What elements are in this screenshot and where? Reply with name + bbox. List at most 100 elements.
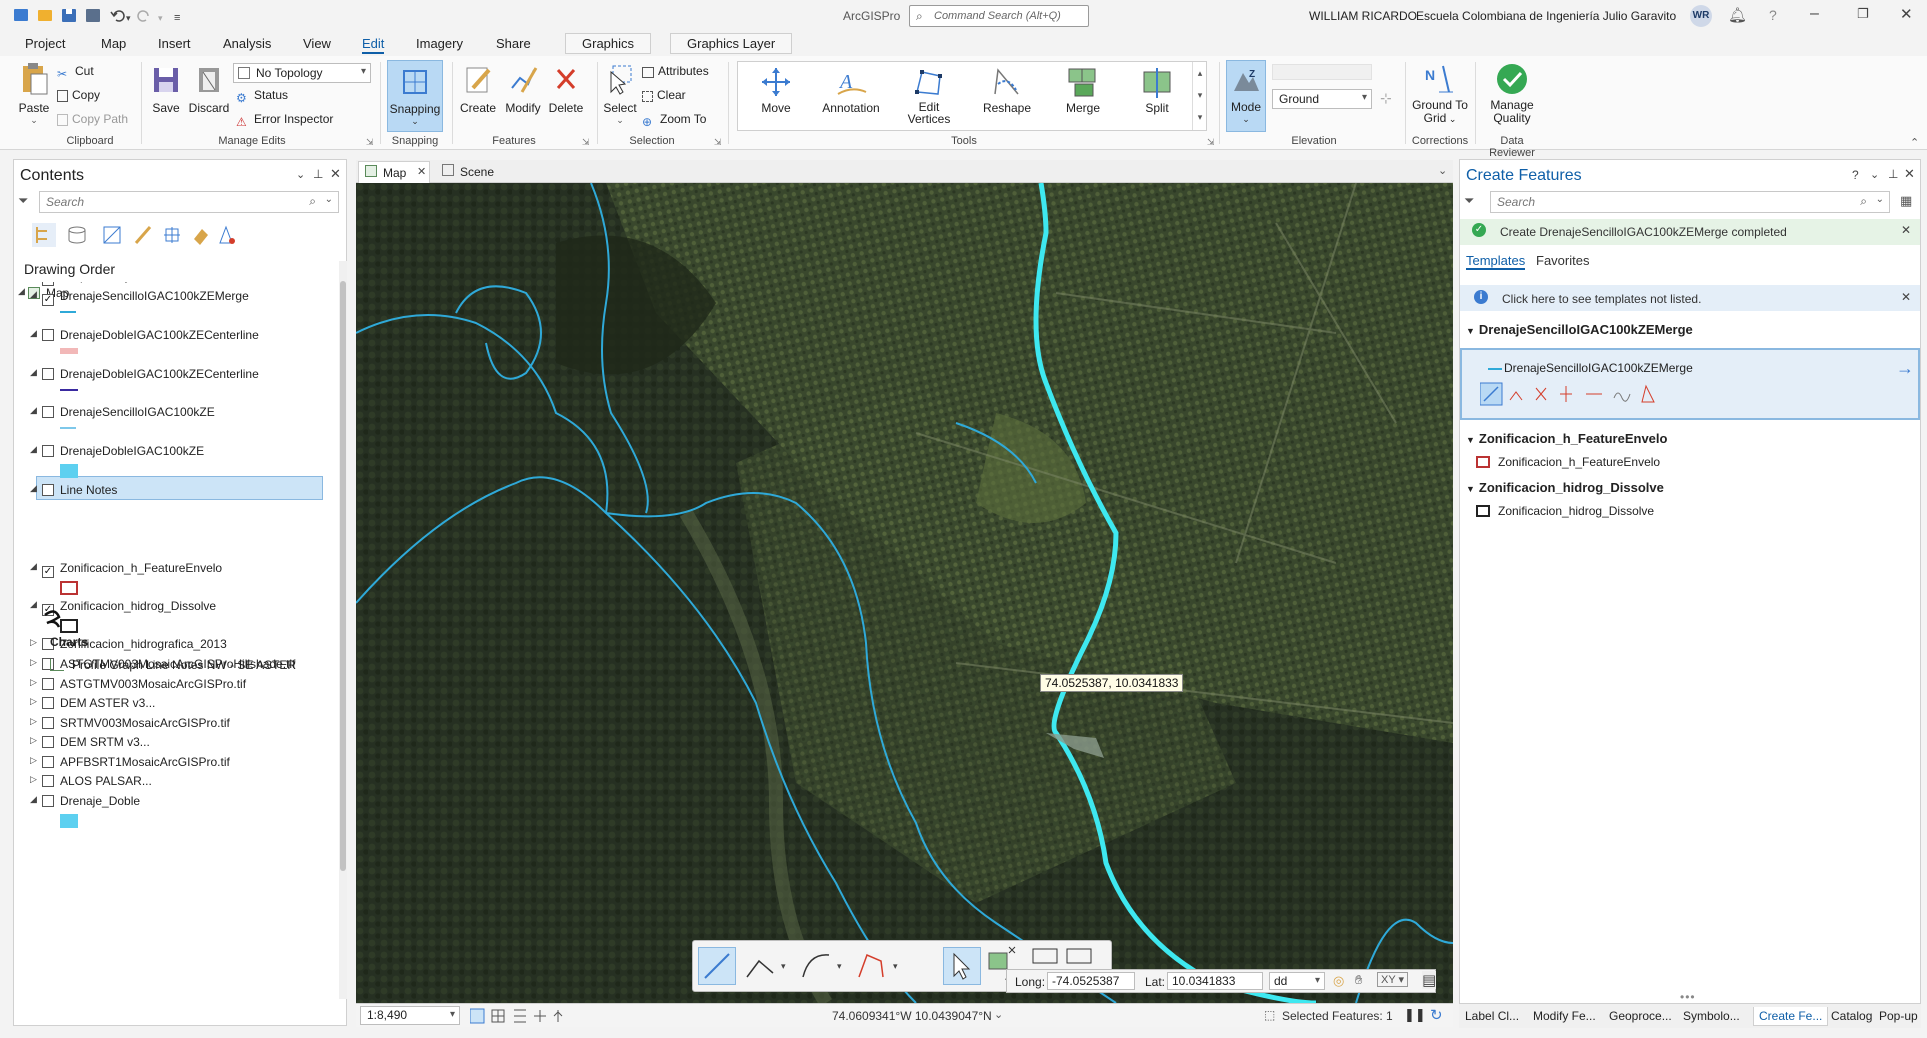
elevation-value-input[interactable] bbox=[1272, 64, 1372, 80]
lat-input[interactable]: 10.0341833 bbox=[1167, 972, 1263, 990]
expand-icon[interactable]: ▷ bbox=[30, 735, 37, 746]
split-button[interactable]: Split bbox=[1126, 66, 1188, 115]
tab-list-icon[interactable]: ⌄ bbox=[1438, 164, 1447, 177]
map-canvas[interactable] bbox=[356, 183, 1453, 1003]
layer-row[interactable]: ◢ DrenajeDobleIGAC100kZECenterline bbox=[30, 367, 259, 391]
layer-checkbox[interactable] bbox=[42, 484, 54, 496]
layer-checkbox[interactable] bbox=[42, 406, 54, 418]
edit-vertices-button[interactable]: Edit Vertices bbox=[896, 66, 962, 125]
layer-row[interactable]: ◢ Line Notes bbox=[30, 483, 117, 501]
layer-checkbox[interactable] bbox=[42, 795, 54, 807]
copy-button[interactable]: Copy bbox=[57, 88, 100, 102]
long-input[interactable]: -74.0525387 bbox=[1047, 972, 1135, 990]
expand-icon[interactable]: ◢ bbox=[30, 444, 37, 455]
layer-row[interactable]: ✓ Graphics Layer bbox=[42, 282, 141, 287]
tab-templates[interactable]: Templates bbox=[1466, 253, 1526, 270]
expand-icon[interactable]: ▷ bbox=[30, 677, 37, 688]
layer-checkbox[interactable] bbox=[42, 678, 54, 690]
expand-icon[interactable]: ◢ bbox=[30, 599, 37, 610]
layer-row[interactable]: ◢ ✓ Zonificacion_h_FeatureEnvelo bbox=[30, 561, 222, 595]
close-pane-icon[interactable]: ✕ bbox=[330, 166, 341, 182]
scrollbar-thumb[interactable] bbox=[340, 281, 346, 871]
coordinate-format-chevron-icon[interactable]: ⌄ bbox=[994, 1008, 1003, 1021]
layer-row[interactable]: ◢ DrenajeSencilloIGAC100kZE bbox=[30, 405, 215, 429]
map-view[interactable]: 74.0525387, 10.0341833 ▾ ▾ ▾ ⌄ Long: -74… bbox=[356, 183, 1453, 1003]
layer-row[interactable]: ▷ DEM ASTER v3... bbox=[30, 696, 155, 714]
expand-icon[interactable]: ▷ bbox=[30, 657, 37, 668]
cut-button[interactable]: ✂ Cut bbox=[57, 64, 94, 81]
layer-checkbox[interactable] bbox=[42, 368, 54, 380]
pin-icon[interactable]: ⊥ bbox=[313, 167, 323, 181]
map-overflow-icon[interactable]: ▤ bbox=[1422, 971, 1437, 989]
pane-menu-icon[interactable]: ⌄ bbox=[296, 168, 305, 181]
layer-checkbox[interactable]: ✓ bbox=[42, 294, 54, 306]
expand-icon[interactable]: ▷ bbox=[30, 755, 37, 766]
tab-popup[interactable]: Pop-up bbox=[1879, 1009, 1918, 1023]
pane-menu-icon[interactable]: ⌄ bbox=[1870, 168, 1879, 181]
status-button[interactable]: ⚙ Status bbox=[236, 88, 288, 105]
layer-checkbox[interactable] bbox=[42, 736, 54, 748]
layer-row[interactable]: ▷ DEM SRTM v3... bbox=[30, 735, 150, 753]
expand-icon[interactable]: ▷ bbox=[30, 696, 37, 707]
format-dropdown[interactable]: dd bbox=[1269, 972, 1325, 990]
attributes-button[interactable]: Attributes bbox=[642, 64, 709, 78]
layer-checkbox[interactable]: ✓ bbox=[42, 282, 54, 286]
line-tool-button[interactable] bbox=[698, 947, 736, 985]
filter-icon[interactable]: ⏷ bbox=[18, 193, 28, 209]
create-button[interactable]: Create bbox=[458, 62, 498, 115]
tab-view[interactable]: View bbox=[303, 36, 331, 51]
arc-tool-button[interactable]: ▾ bbox=[799, 947, 849, 985]
expand-icon[interactable]: ◢ bbox=[30, 405, 37, 416]
tab-graphics[interactable]: Graphics bbox=[565, 33, 652, 54]
ground-to-grid-button[interactable]: N Ground To Grid ⌄ bbox=[1410, 62, 1470, 126]
trace-tool-button[interactable]: ▾ bbox=[855, 947, 905, 985]
tab-catalog[interactable]: Catalog bbox=[1831, 1009, 1872, 1023]
contents-scrollbar[interactable] bbox=[339, 261, 347, 999]
layer-row[interactable]: ◢ DrenajeDobleIGAC100kZECenterline bbox=[30, 328, 259, 354]
layer-row[interactable]: ▷ ALOS PALSAR... bbox=[30, 774, 152, 792]
construction-tools[interactable] bbox=[1480, 382, 1660, 406]
modify-button[interactable]: Modify bbox=[502, 62, 544, 115]
layer-row[interactable]: ◢ DrenajeDobleIGAC100kZE bbox=[30, 444, 204, 478]
discard-button[interactable]: Discard bbox=[188, 62, 230, 115]
layer-checkbox[interactable] bbox=[42, 445, 54, 457]
topology-dropdown[interactable]: No Topology bbox=[233, 63, 371, 83]
annotation-button[interactable]: A Annotation bbox=[818, 66, 884, 115]
tab-label-class[interactable]: Label Cl... bbox=[1465, 1009, 1519, 1023]
zoom-to-button[interactable]: ⊕ Zoom To bbox=[642, 112, 706, 129]
save-button[interactable]: Save bbox=[148, 62, 184, 115]
expand-icon[interactable]: ◢ bbox=[30, 794, 37, 805]
layer-row[interactable]: ▷ APFBSRT1MosaicArcGISPro.tif bbox=[30, 755, 230, 773]
template-group-header[interactable]: ▼ Zonificacion_h_FeatureEnvelo bbox=[1466, 431, 1667, 446]
scale-dropdown[interactable]: 1:8,490 bbox=[360, 1006, 460, 1025]
map-view-tab[interactable]: Map ✕ bbox=[358, 161, 430, 183]
filter-icon[interactable]: ⏷ bbox=[1464, 193, 1474, 209]
close-window-icon[interactable]: ✕ bbox=[1900, 5, 1913, 23]
close-tab-icon[interactable]: ✕ bbox=[417, 165, 426, 178]
help-icon[interactable]: ? bbox=[1852, 168, 1859, 182]
locate-icon[interactable]: ◎ bbox=[1333, 973, 1344, 989]
template-group-header[interactable]: ▼ Zonificacion_hidrog_Dissolve bbox=[1466, 480, 1664, 495]
expand-icon[interactable]: ◢ bbox=[30, 289, 37, 300]
contents-view-toolbar[interactable] bbox=[32, 223, 262, 247]
chart-item[interactable]: Profile Graph Line Notes NW - SE ASTER bbox=[50, 658, 296, 672]
refresh-icon[interactable]: ↻ bbox=[1430, 1006, 1443, 1024]
help-icon[interactable]: ? bbox=[1769, 7, 1777, 23]
dialog-launcher-icon[interactable]: ⇲ bbox=[1207, 137, 1215, 148]
info-message-bar[interactable]: i Click here to see templates not listed… bbox=[1460, 285, 1920, 311]
scene-view-tab[interactable]: Scene bbox=[438, 161, 508, 183]
layer-checkbox[interactable] bbox=[42, 697, 54, 709]
reshape-button[interactable]: Reshape bbox=[974, 66, 1040, 115]
elevation-mode-button[interactable]: Z Mode ⌄ bbox=[1226, 60, 1266, 132]
dialog-launcher-icon[interactable]: ⇲ bbox=[714, 137, 722, 148]
tab-graphics-layer[interactable]: Graphics Layer bbox=[670, 33, 793, 54]
gallery-scroll[interactable]: ▴ ▾ ▾ bbox=[1192, 62, 1207, 130]
layer-row[interactable]: ▷ ASTGTMV003MosaicArcGISPro.tif bbox=[30, 677, 246, 695]
dismiss-message-icon[interactable]: ✕ bbox=[1901, 223, 1911, 237]
expand-icon[interactable]: ◢ bbox=[30, 367, 37, 378]
command-search-box[interactable]: ⌕ Command Search (Alt+Q) bbox=[909, 5, 1089, 27]
tab-favorites[interactable]: Favorites bbox=[1536, 253, 1589, 268]
layer-row[interactable]: ◢ Drenaje_Doble bbox=[30, 794, 140, 828]
expand-icon[interactable]: ◢ bbox=[18, 286, 25, 297]
contents-search-input[interactable]: Search ⌕ ⌄ bbox=[39, 191, 339, 213]
